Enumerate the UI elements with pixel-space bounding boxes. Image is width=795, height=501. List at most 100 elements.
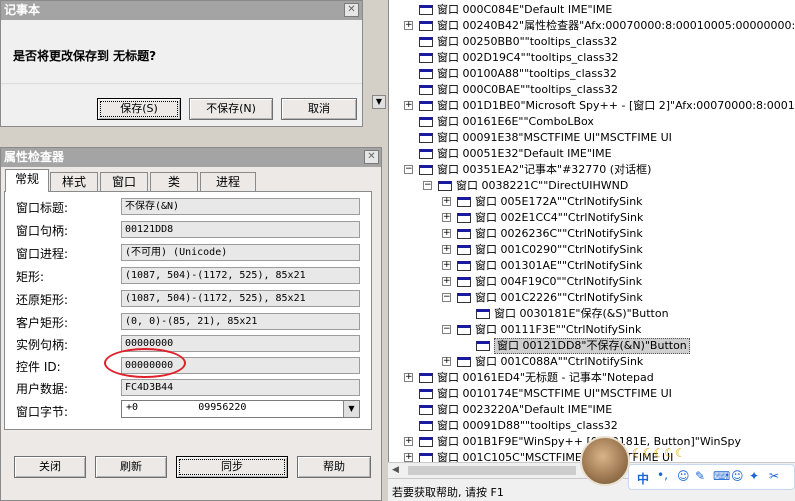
expand-icon[interactable]: +	[442, 213, 451, 222]
window-icon	[419, 69, 433, 79]
tree-item-label: 窗口 0038221C""DirectUIHWND	[456, 179, 629, 192]
window-icon	[419, 37, 433, 47]
emoji-icon[interactable]: ☺	[677, 469, 690, 483]
tree-item[interactable]: 窗口 00051E32"Default IME"IME	[389, 146, 795, 162]
tab-windows[interactable]: 窗口	[100, 172, 148, 191]
tree-item[interactable]: + 窗口 001C088A""CtrlNotifySink	[389, 354, 795, 370]
expand-icon[interactable]: +	[442, 261, 451, 270]
avatar[interactable]	[580, 436, 630, 486]
window-icon	[419, 437, 433, 447]
expand-icon[interactable]: +	[404, 437, 413, 446]
window-icon	[457, 357, 471, 367]
voice-icon[interactable]: ✎	[695, 469, 705, 483]
expand-icon[interactable]: +	[442, 229, 451, 238]
collapse-icon[interactable]: −	[442, 325, 451, 334]
tree-item[interactable]: 窗口 00100A88""tooltips_class32	[389, 66, 795, 82]
expand-icon[interactable]: +	[442, 197, 451, 206]
label-rect: 矩形:	[16, 270, 45, 284]
label-window-handle: 窗口句柄:	[16, 224, 69, 238]
tree-item-label: 窗口 001C0290""CtrlNotifySink	[475, 243, 643, 256]
tree-item[interactable]: + 窗口 00240B42"属性检查器"Afx:00070000:8:000100…	[389, 18, 795, 34]
tools-icon[interactable]: ✦	[749, 469, 759, 483]
collapse-icon[interactable]: −	[442, 293, 451, 302]
expand-icon[interactable]: +	[442, 245, 451, 254]
scroll-left-icon[interactable]: ◀	[392, 465, 399, 475]
tree-item[interactable]: − 窗口 001C2226""CtrlNotifySink	[389, 290, 795, 306]
tree-item[interactable]: + 窗口 001D1BE0"Microsoft Spy++ - [窗口 2]"Af…	[389, 98, 795, 114]
menu-icon[interactable]: ✂	[769, 469, 779, 483]
label-window-bytes: 窗口字节:	[16, 405, 69, 419]
tree-item[interactable]: + 窗口 004F19C0""CtrlNotifySink	[389, 274, 795, 290]
expand-icon[interactable]: +	[442, 277, 451, 286]
expand-icon[interactable]: +	[404, 453, 413, 462]
tree-item[interactable]: 窗口 0010174E"MSCTFIME UI"MSCTFIME UI	[389, 386, 795, 402]
window-icon	[457, 293, 471, 303]
tree-item[interactable]: 窗口 00091E38"MSCTFIME UI"MSCTFIME UI	[389, 130, 795, 146]
window-icon	[419, 389, 433, 399]
tree-item[interactable]: 窗口 00091D88""tooltips_class32	[389, 418, 795, 434]
tree-item[interactable]: − 窗口 00111F3E""CtrlNotifySink	[389, 322, 795, 338]
tree-item-label: 窗口 002D19C4""tooltips_class32	[437, 51, 619, 64]
dont-save-button[interactable]: 不保存(N)	[189, 98, 273, 120]
save-button[interactable]: 保存(S)	[97, 98, 181, 120]
tree-item[interactable]: + 窗口 0026236C""CtrlNotifySink	[389, 226, 795, 242]
window-icon	[419, 453, 433, 462]
refresh-button[interactable]: 刷新	[95, 456, 167, 478]
window-icon	[419, 373, 433, 383]
label-user-data: 用户数据:	[16, 382, 69, 396]
chevron-down-icon[interactable]: ▼	[343, 401, 359, 417]
window-bytes-select[interactable]: +0 09956220 ▼	[121, 400, 360, 418]
ime-mode-label[interactable]: 中	[637, 470, 649, 487]
expand-icon[interactable]: +	[404, 373, 413, 382]
cancel-button[interactable]: 取消	[281, 98, 357, 120]
window-icon	[419, 133, 433, 143]
sync-button[interactable]: 同步	[176, 456, 288, 478]
close-button[interactable]: 关闭	[14, 456, 86, 478]
punctuation-icon[interactable]: •,	[657, 468, 668, 482]
tree-item[interactable]: − 窗口 00351EA2"记事本"#32770 (对话框)	[389, 162, 795, 178]
window-tree-panel: 窗口 000C084E"Default IME"IME + 窗口 00240B42"…	[388, 0, 795, 462]
window-icon	[457, 197, 471, 207]
tree-item[interactable]: 窗口 00161E6E""ComboLBox	[389, 114, 795, 130]
window-icon	[457, 213, 471, 223]
tree-item[interactable]: + 窗口 001C0290""CtrlNotifySink	[389, 242, 795, 258]
tree-item[interactable]: + 窗口 001301AE""CtrlNotifySink	[389, 258, 795, 274]
tab-general[interactable]: 常规	[5, 169, 49, 192]
expand-icon[interactable]: +	[442, 357, 451, 366]
scroll-thumb[interactable]	[408, 466, 576, 475]
window-icon	[476, 309, 490, 319]
tree-item[interactable]: 窗口 000C0BAE""tooltips_class32	[389, 82, 795, 98]
tree-item[interactable]: 窗口 00250BB0""tooltips_class32	[389, 34, 795, 50]
tree-item-label: 窗口 001D1BE0"Microsoft Spy++ - [窗口 2]"Afx…	[437, 99, 795, 112]
window-icon	[419, 165, 433, 175]
expand-icon[interactable]: +	[404, 101, 413, 110]
notepad-save-dialog: 记事本 ✕ 是否将更改保存到 无标题? 保存(S) 不保存(N) 取消	[0, 0, 363, 127]
tab-process[interactable]: 进程	[200, 172, 256, 191]
tree-item[interactable]: 窗口 0023220A"Default IME"IME	[389, 402, 795, 418]
ime-toolbar[interactable]: 中 •, ☺ ✎ ⌨ ☺ ✦ ✂	[628, 464, 795, 490]
value-user-data: FC4D3B44	[121, 379, 360, 396]
tree-item[interactable]: + 窗口 005E172A""CtrlNotifySink	[389, 194, 795, 210]
tree-item[interactable]: + 窗口 002E1CC4""CtrlNotifySink	[389, 210, 795, 226]
tree-item[interactable]: − 窗口 0038221C""DirectUIHWND	[389, 178, 795, 194]
tree-item[interactable]: 窗口 0030181E"保存(&S)"Button	[389, 306, 795, 322]
collapse-icon[interactable]: −	[404, 165, 413, 174]
tree-item[interactable]: 窗口 002D19C4""tooltips_class32	[389, 50, 795, 66]
tree-item-label: 窗口 00091E38"MSCTFIME UI"MSCTFIME UI	[437, 131, 672, 144]
skin-icon[interactable]: ☺	[731, 469, 744, 483]
expand-icon[interactable]: +	[404, 21, 413, 30]
tab-styles[interactable]: 样式	[50, 172, 98, 191]
tree-item[interactable]: + 窗口 00161ED4"无标题 - 记事本"Notepad	[389, 370, 795, 386]
inspector-close-icon[interactable]: ✕	[364, 150, 379, 164]
collapse-icon[interactable]: −	[423, 181, 432, 190]
dialog-close-icon[interactable]: ✕	[344, 3, 359, 17]
tree-item-label: 窗口 00051E32"Default IME"IME	[437, 147, 612, 160]
background-combo-arrow[interactable]: ▼	[372, 95, 386, 109]
tree-item[interactable]: 窗口 000C084E"Default IME"IME	[389, 2, 795, 18]
help-button[interactable]: 帮助	[297, 456, 371, 478]
tab-class[interactable]: 类	[150, 172, 198, 191]
tree-item[interactable]: 窗口 00121DD8"不保存(&N)"Button	[389, 338, 795, 354]
keyboard-icon[interactable]: ⌨	[713, 469, 730, 483]
value-window-title: 不保存(&N)	[121, 198, 360, 215]
window-icon	[419, 421, 433, 431]
